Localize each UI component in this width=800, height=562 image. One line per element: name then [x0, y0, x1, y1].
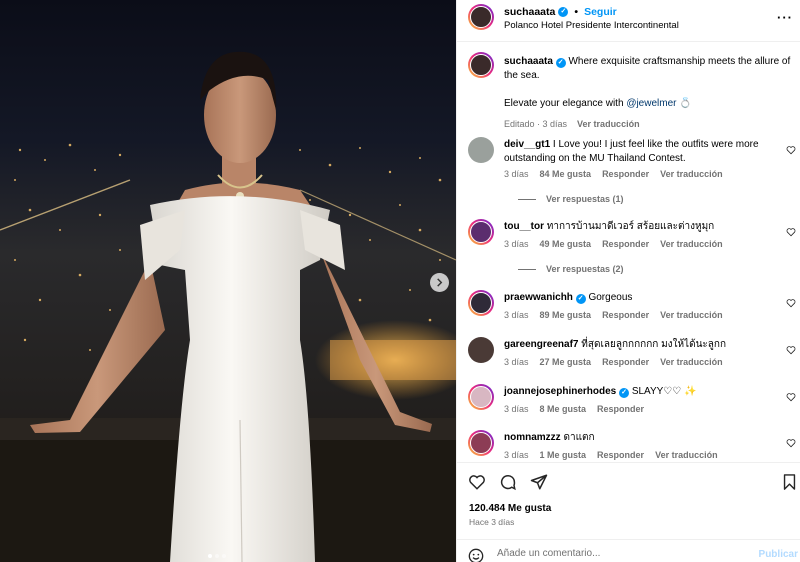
- comment-time: 3 días: [504, 169, 529, 179]
- emoji-icon[interactable]: [468, 548, 484, 562]
- verified-icon: ✓: [558, 7, 569, 17]
- comment-time: 3 días: [504, 310, 529, 320]
- more-icon[interactable]: ···: [777, 10, 793, 25]
- post-header: suchaaata ✓ • Seguir Polanco Hotel Presi…: [457, 0, 800, 42]
- post-sidebar: suchaaata ✓ • Seguir Polanco Hotel Presi…: [456, 0, 800, 562]
- comment-username[interactable]: praewwanichh: [504, 292, 573, 303]
- post-username[interactable]: suchaaata: [504, 6, 555, 18]
- comment-time: 3 días: [504, 404, 529, 414]
- publish-button[interactable]: Publicar: [759, 549, 798, 560]
- comment-text: SLAYY♡♡ ✨: [631, 386, 697, 397]
- avatar[interactable]: [468, 290, 494, 316]
- carousel-dot: [208, 554, 212, 558]
- caption-username[interactable]: suchaaata: [504, 56, 553, 67]
- avatar[interactable]: [468, 52, 494, 78]
- comment-likes[interactable]: 8 Me gusta: [540, 404, 587, 414]
- reply-button[interactable]: Responder: [602, 310, 649, 320]
- heart-icon[interactable]: [786, 227, 796, 237]
- post-image: [0, 0, 456, 562]
- comment-text: ดาแตก: [563, 432, 595, 443]
- translate-link[interactable]: Ver traducción: [660, 357, 723, 367]
- follow-button[interactable]: Seguir: [584, 6, 617, 18]
- avatar[interactable]: [468, 384, 494, 410]
- reply-button[interactable]: Responder: [602, 169, 649, 179]
- comment-likes[interactable]: 89 Me gusta: [540, 310, 592, 320]
- heart-icon[interactable]: [786, 145, 796, 155]
- avatar[interactable]: [468, 337, 494, 363]
- carousel-dot: [215, 554, 219, 558]
- reply-button[interactable]: Responder: [597, 450, 644, 460]
- comment-username[interactable]: joannejosephinerhodes: [504, 386, 616, 397]
- avatar[interactable]: [468, 4, 494, 30]
- verified-icon: ✓: [555, 58, 566, 68]
- caption-edited: Editado · 3 días: [504, 119, 568, 129]
- bookmark-icon[interactable]: [781, 473, 798, 491]
- heart-icon[interactable]: [786, 345, 796, 355]
- comment-icon[interactable]: [499, 473, 517, 491]
- comment-text: ทาการบ้านมาดีเวอร์ สร้อยและต่างหูมุก: [546, 221, 715, 232]
- comment-username[interactable]: deiv__gt1: [504, 139, 550, 150]
- comment-text: ที่สุดเลยลูกกกกกก มงให้ได้นะลูกก: [581, 339, 727, 350]
- heart-icon[interactable]: [786, 392, 796, 402]
- carousel-indicator: [208, 554, 226, 558]
- translate-link[interactable]: Ver traducción: [660, 169, 723, 179]
- add-comment-bar: Publicar: [457, 539, 800, 562]
- heart-icon[interactable]: [786, 438, 796, 448]
- avatar[interactable]: [468, 430, 494, 456]
- translate-link[interactable]: Ver traducción: [660, 239, 723, 249]
- view-replies[interactable]: Ver respuestas (2): [518, 264, 624, 274]
- likes-count[interactable]: 120.484 Me gusta: [469, 503, 551, 514]
- heart-icon[interactable]: [468, 473, 486, 491]
- comment-likes[interactable]: 27 Me gusta: [540, 357, 592, 367]
- carousel-dot: [222, 554, 226, 558]
- post-location[interactable]: Polanco Hotel Presidente Intercontinenta…: [504, 20, 679, 31]
- comment-likes[interactable]: 1 Me gusta: [540, 450, 587, 460]
- separator: •: [574, 6, 579, 18]
- comment-time: 3 días: [504, 357, 529, 367]
- comment-time: 3 días: [504, 239, 529, 249]
- avatar[interactable]: [468, 137, 494, 163]
- translate-link[interactable]: Ver traducción: [660, 310, 723, 320]
- post-photo: [0, 0, 456, 562]
- view-replies[interactable]: Ver respuestas (1): [518, 194, 624, 204]
- post-date: Hace 3 días: [469, 517, 515, 527]
- caption-text-2: Elevate your elegance with: [504, 98, 624, 109]
- comment-username[interactable]: tou__tor: [504, 221, 544, 232]
- mention-link[interactable]: @jewelmer: [626, 98, 676, 109]
- heart-icon[interactable]: [786, 298, 796, 308]
- avatar[interactable]: [468, 219, 494, 245]
- comment-username[interactable]: gareengreenaf7: [504, 339, 578, 350]
- reply-button[interactable]: Responder: [597, 404, 644, 414]
- reply-button[interactable]: Responder: [602, 239, 649, 249]
- ring-emoji: 💍: [679, 98, 692, 109]
- share-icon[interactable]: [530, 473, 548, 491]
- reply-button[interactable]: Responder: [602, 357, 649, 367]
- comment-time: 3 días: [504, 450, 529, 460]
- comment-likes[interactable]: 49 Me gusta: [540, 239, 592, 249]
- comment-text: Gorgeous: [588, 292, 633, 303]
- chevron-right-icon: [437, 278, 443, 287]
- translate-link[interactable]: Ver traducción: [577, 117, 640, 131]
- comment-username[interactable]: nomnamzzz: [504, 432, 561, 443]
- verified-icon: ✓: [575, 294, 586, 304]
- next-image-button[interactable]: [430, 273, 449, 292]
- comment-likes[interactable]: 84 Me gusta: [540, 169, 592, 179]
- comment-input[interactable]: [497, 548, 737, 559]
- post-actions: 120.484 Me gusta Hace 3 días Publicar: [457, 462, 800, 562]
- translate-link[interactable]: Ver traducción: [655, 450, 718, 460]
- verified-icon: ✓: [619, 388, 630, 398]
